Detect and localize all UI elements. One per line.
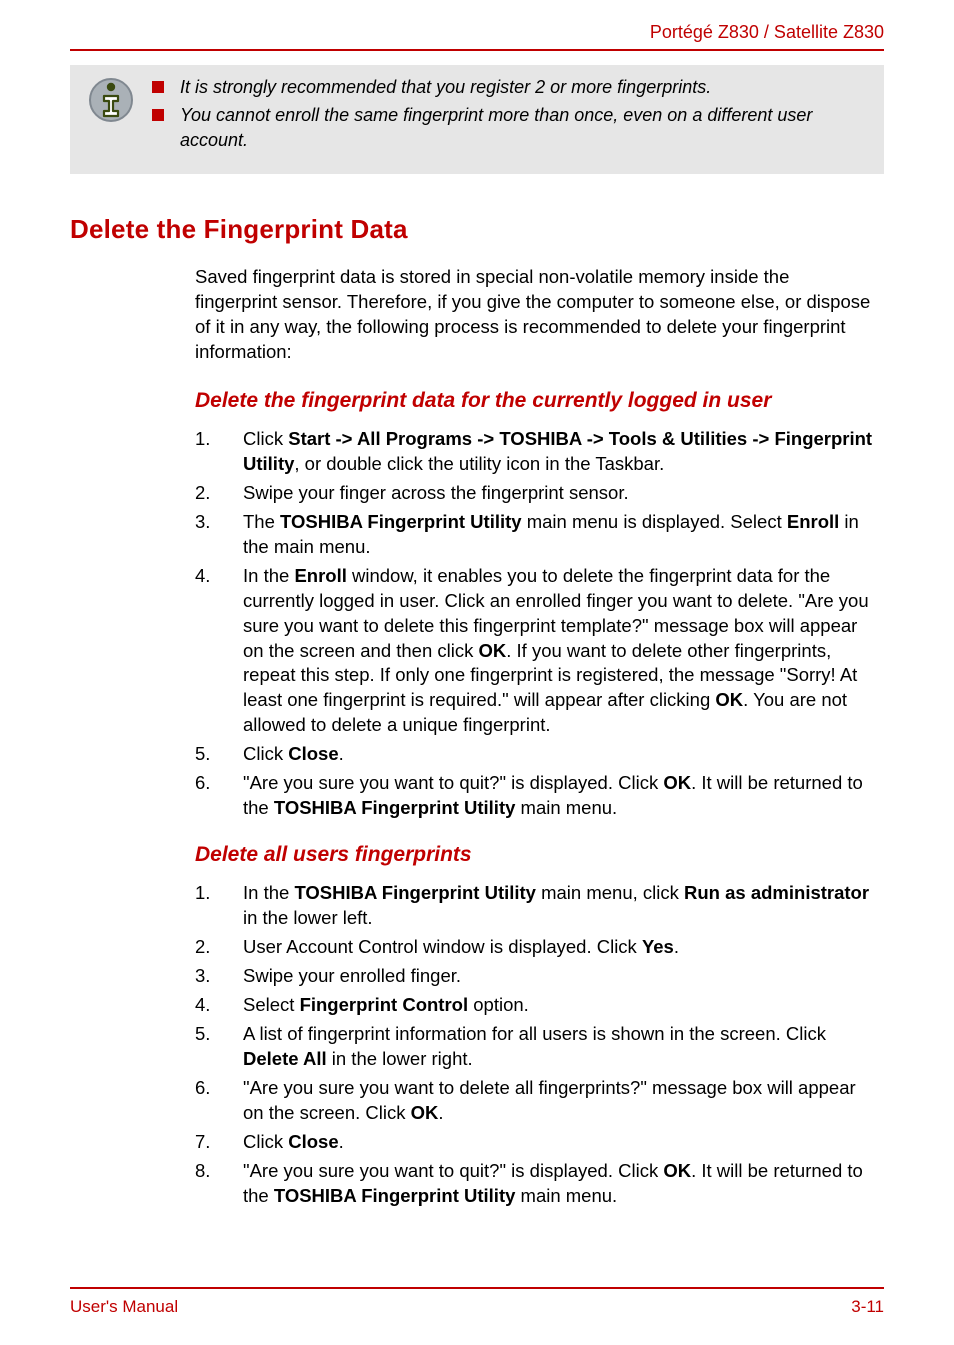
- step: 8."Are you sure you want to quit?" is di…: [195, 1159, 874, 1209]
- text: main menu is displayed. Select: [522, 511, 787, 532]
- text: "Are you sure you want to quit?" is disp…: [243, 772, 663, 793]
- subsection-title: Delete all users fingerprints: [195, 843, 884, 867]
- text: User Account Control window is displayed…: [243, 936, 642, 957]
- text: Select: [243, 994, 300, 1015]
- bold-text: OK: [663, 1160, 691, 1181]
- bold-text: OK: [479, 640, 507, 661]
- text: Click: [243, 743, 288, 764]
- text: "Are you sure you want to delete all fin…: [243, 1077, 856, 1123]
- bold-text: TOSHIBA Fingerprint Utility: [280, 511, 522, 532]
- step: 6."Are you sure you want to delete all f…: [195, 1076, 874, 1126]
- footer: User's Manual 3-11: [70, 1287, 884, 1317]
- step: 2.User Account Control window is display…: [195, 935, 874, 960]
- bold-text: Close: [288, 1131, 338, 1152]
- text: Swipe your finger across the fingerprint…: [243, 481, 874, 506]
- text: in the lower left.: [243, 907, 373, 928]
- note-list: It is strongly recommended that you regi…: [152, 75, 866, 156]
- info-icon: [88, 75, 134, 156]
- step: 6."Are you sure you want to quit?" is di…: [195, 771, 874, 821]
- step: 5.Click Close.: [195, 742, 874, 767]
- text: in the lower right.: [327, 1048, 473, 1069]
- bullet-icon: [152, 109, 164, 121]
- text: main menu.: [515, 797, 617, 818]
- bold-text: OK: [411, 1102, 439, 1123]
- bold-text: TOSHIBA Fingerprint Utility: [274, 797, 516, 818]
- step: 5.A list of fingerprint information for …: [195, 1022, 874, 1072]
- bullet-icon: [152, 81, 164, 93]
- note-item: You cannot enroll the same fingerprint m…: [152, 103, 866, 152]
- bold-text: Delete All: [243, 1048, 327, 1069]
- bold-text: Run as administrator: [684, 882, 869, 903]
- bold-text: Enroll: [787, 511, 839, 532]
- step: 4.Select Fingerprint Control option.: [195, 993, 874, 1018]
- bold-text: Yes: [642, 936, 674, 957]
- page: Portégé Z830 / Satellite Z830 It is stro…: [0, 0, 954, 1345]
- step: 4.In the Enroll window, it enables you t…: [195, 564, 874, 739]
- step: 1.Click Start -> All Programs -> TOSHIBA…: [195, 427, 874, 477]
- note-text: It is strongly recommended that you regi…: [180, 75, 711, 99]
- note-text: You cannot enroll the same fingerprint m…: [180, 103, 866, 152]
- bold-text: Fingerprint Control: [300, 994, 469, 1015]
- header-product: Portégé Z830 / Satellite Z830: [70, 0, 884, 49]
- step: 7.Click Close.: [195, 1130, 874, 1155]
- text: Click: [243, 428, 288, 449]
- bold-text: TOSHIBA Fingerprint Utility: [294, 882, 536, 903]
- text: main menu.: [515, 1185, 617, 1206]
- subsection-title: Delete the fingerprint data for the curr…: [195, 389, 884, 413]
- text: A list of fingerprint information for al…: [243, 1023, 826, 1044]
- text: .: [339, 743, 344, 764]
- step: 1.In the TOSHIBA Fingerprint Utility mai…: [195, 881, 874, 931]
- text: In the: [243, 565, 294, 586]
- step: 3.Swipe your enrolled finger.: [195, 964, 874, 989]
- note-item: It is strongly recommended that you regi…: [152, 75, 866, 99]
- text: Swipe your enrolled finger.: [243, 964, 874, 989]
- text: Click: [243, 1131, 288, 1152]
- step: 3.The TOSHIBA Fingerprint Utility main m…: [195, 510, 874, 560]
- step: 2.Swipe your finger across the fingerpri…: [195, 481, 874, 506]
- footer-page-number: 3-11: [851, 1297, 884, 1317]
- section-title: Delete the Fingerprint Data: [70, 214, 884, 245]
- text: option.: [468, 994, 529, 1015]
- footer-left: User's Manual: [70, 1297, 178, 1317]
- text: In the: [243, 882, 294, 903]
- bold-text: Enroll: [294, 565, 346, 586]
- steps-list-2: 1.In the TOSHIBA Fingerprint Utility mai…: [195, 881, 874, 1209]
- text: main menu, click: [536, 882, 684, 903]
- note-box: It is strongly recommended that you regi…: [70, 65, 884, 174]
- bold-text: OK: [663, 772, 691, 793]
- text: , or double click the utility icon in th…: [294, 453, 664, 474]
- footer-divider: [70, 1287, 884, 1289]
- text: .: [438, 1102, 443, 1123]
- steps-list-1: 1.Click Start -> All Programs -> TOSHIBA…: [195, 427, 874, 822]
- bold-text: Close: [288, 743, 338, 764]
- text: "Are you sure you want to quit?" is disp…: [243, 1160, 663, 1181]
- text: .: [339, 1131, 344, 1152]
- bold-text: TOSHIBA Fingerprint Utility: [274, 1185, 516, 1206]
- bold-text: OK: [715, 689, 743, 710]
- header-divider: [70, 49, 884, 51]
- text: .: [674, 936, 679, 957]
- text: The: [243, 511, 280, 532]
- section-intro: Saved fingerprint data is stored in spec…: [195, 265, 874, 365]
